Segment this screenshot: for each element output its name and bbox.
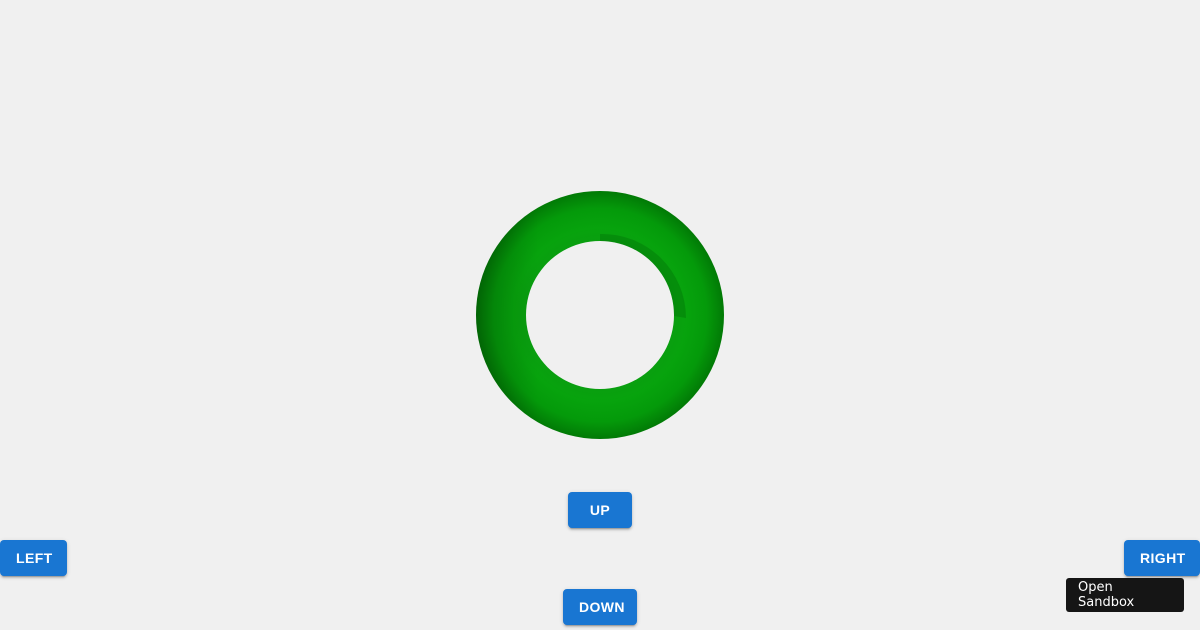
up-button[interactable]: UP — [568, 492, 632, 528]
left-button[interactable]: LEFT — [0, 540, 67, 576]
down-button[interactable]: DOWN — [563, 589, 637, 625]
torus-ring-shading — [475, 191, 724, 439]
3d-canvas[interactable] — [0, 0, 1200, 630]
torus-model — [475, 191, 724, 439]
right-button[interactable]: RIGHT — [1124, 540, 1200, 576]
open-sandbox-button[interactable]: Open Sandbox — [1066, 578, 1184, 612]
app-stage: UP LEFT RIGHT DOWN Open Sandbox — [0, 0, 1200, 630]
